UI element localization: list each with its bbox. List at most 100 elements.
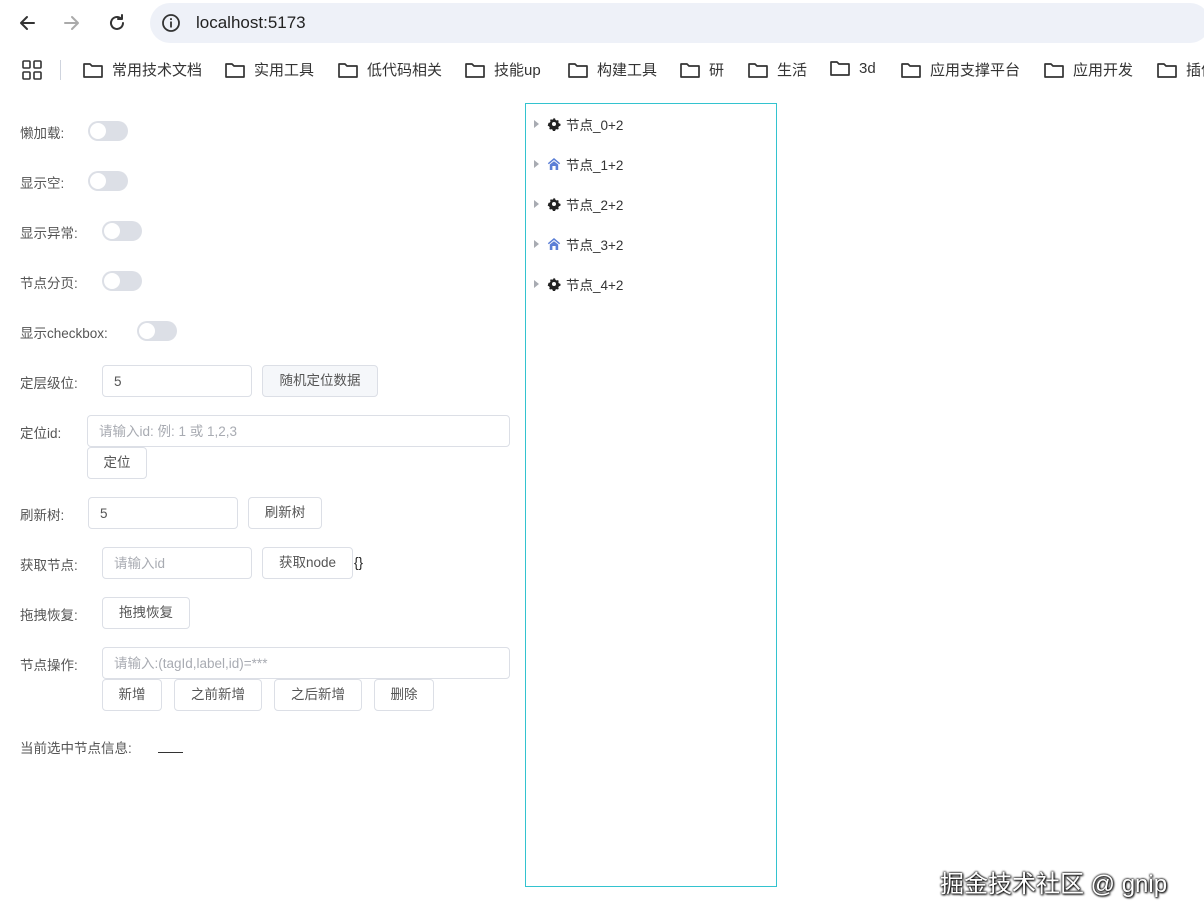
tree-panel: 节点_0+2 节点_1+2 节点_2+2 节点_3+2 节点_4+2 (525, 103, 777, 887)
get-node-input[interactable] (102, 547, 252, 579)
get-node-result: {} (354, 555, 364, 570)
reload-icon (110, 14, 124, 30)
bookmark-label: 3d (859, 59, 876, 77)
expand-caret-icon[interactable] (534, 280, 539, 288)
tree-node[interactable]: 节点_3+2 (534, 232, 623, 256)
refresh-tree-label: 刷新树: (20, 508, 65, 523)
folder-icon (568, 62, 588, 78)
drag-restore-label: 拖拽恢复: (20, 608, 78, 623)
bookmark-label: 研 (709, 62, 725, 79)
get-node-label: 获取节点: (20, 558, 78, 573)
folder-icon (680, 62, 700, 78)
show-empty-switch[interactable] (88, 171, 128, 191)
refresh-tree-input[interactable] (88, 497, 238, 529)
bookmark-label: 构建工具 (597, 62, 658, 79)
bookmark-folder[interactable]: 应用支撑平台 (900, 59, 1020, 80)
locate-level-input[interactable] (102, 365, 252, 397)
show-error-label: 显示异常: (20, 226, 78, 241)
expand-caret-icon[interactable] (534, 160, 539, 168)
show-checkbox-switch[interactable] (137, 321, 177, 341)
node-operation-label: 节点操作: (20, 658, 78, 673)
bookmark-label: 实用工具 (254, 62, 315, 79)
drag-restore-button[interactable]: 拖拽恢复 (102, 597, 190, 629)
tree-node[interactable]: 节点_1+2 (534, 152, 623, 176)
folder-icon (901, 62, 921, 78)
bookmark-folder[interactable]: 低代码相关 (337, 59, 442, 80)
folder-icon (1044, 62, 1064, 78)
folder-icon (1157, 62, 1177, 78)
bookmark-folder[interactable]: 构建工具 (567, 59, 657, 80)
address-bar[interactable]: localhost:5173 (150, 3, 1204, 43)
bookmark-folder[interactable]: 3d (829, 59, 876, 77)
folder-icon (338, 62, 358, 78)
locate-button[interactable]: 定位 (87, 447, 147, 479)
folder-icon (830, 61, 850, 76)
tree-node[interactable]: 节点_0+2 (534, 112, 623, 136)
bookmark-folder[interactable]: 应用开发 (1043, 59, 1133, 80)
bookmark-label: 低代码相关 (367, 62, 443, 79)
bookmark-label: 常用技术文档 (112, 62, 203, 79)
expand-caret-icon[interactable] (534, 200, 539, 208)
bookmark-label: 插件 (1186, 62, 1204, 79)
show-error-switch[interactable] (102, 221, 142, 241)
gear-icon (547, 277, 561, 291)
back-arrow-icon (20, 16, 35, 30)
bookmark-folder[interactable]: 常用技术文档 (82, 59, 202, 80)
selected-node-info-value (158, 752, 183, 753)
folder-icon (465, 62, 485, 78)
show-empty-label: 显示空: (20, 176, 65, 191)
random-locate-button[interactable]: 随机定位数据 (262, 365, 378, 397)
folder-icon (225, 62, 245, 78)
bookmark-folder[interactable]: 插件 (1156, 59, 1204, 80)
tree-node-label: 节点_0+2 (566, 118, 624, 133)
browser-toolbar: localhost:5173 (0, 0, 1204, 46)
reload-button[interactable] (102, 8, 132, 38)
folder-icon (83, 62, 103, 78)
lazy-load-switch[interactable] (88, 121, 128, 141)
gear-icon (547, 197, 561, 211)
refresh-tree-button[interactable]: 刷新树 (248, 497, 322, 529)
node-operation-input[interactable] (102, 647, 510, 679)
tree-node-label: 节点_4+2 (566, 278, 624, 293)
bookmark-label: 生活 (777, 62, 808, 79)
selected-node-info-label: 当前选中节点信息: (20, 741, 132, 756)
tree-node[interactable]: 节点_2+2 (534, 192, 623, 216)
lazy-load-label: 懒加载: (20, 126, 65, 141)
tree-node-label: 节点_2+2 (566, 198, 624, 213)
locate-id-input[interactable] (87, 415, 510, 447)
locate-id-label: 定位id: (20, 426, 62, 441)
node-paging-switch[interactable] (102, 271, 142, 291)
bookmark-folder[interactable]: 技能up (464, 59, 541, 80)
home-icon (547, 238, 561, 250)
forward-arrow-icon (64, 16, 79, 30)
url-text: localhost:5173 (196, 13, 306, 32)
bookmark-label: 应用开发 (1073, 62, 1134, 79)
back-button[interactable] (13, 8, 43, 38)
add-node-button[interactable]: 新增 (102, 679, 162, 711)
add-before-button[interactable]: 之前新增 (174, 679, 262, 711)
site-info-icon[interactable] (161, 13, 181, 33)
node-paging-label: 节点分页: (20, 276, 78, 291)
watermark: 掘金技术社区 @ gnip (940, 871, 1168, 898)
gear-icon (547, 117, 561, 131)
add-after-button[interactable]: 之后新增 (274, 679, 362, 711)
expand-caret-icon[interactable] (534, 240, 539, 248)
locate-level-label: 定层级位: (20, 376, 78, 391)
get-node-button[interactable]: 获取node (262, 547, 353, 579)
apps-grid-icon[interactable] (22, 60, 42, 80)
bookmark-label: 应用支撑平台 (930, 62, 1021, 79)
bookmark-label: 技能up (494, 62, 541, 79)
expand-caret-icon[interactable] (534, 120, 539, 128)
tree-node-label: 节点_1+2 (566, 158, 624, 173)
delete-node-button[interactable]: 删除 (374, 679, 434, 711)
bookmark-folder[interactable]: 研 (679, 59, 724, 80)
home-icon (547, 158, 561, 170)
bookmarks-separator (60, 60, 61, 80)
bookmark-folder[interactable]: 生活 (747, 59, 807, 80)
bookmark-folder[interactable]: 实用工具 (224, 59, 314, 80)
forward-button[interactable] (56, 8, 86, 38)
folder-icon (748, 62, 768, 78)
tree-node[interactable]: 节点_4+2 (534, 272, 623, 296)
bookmarks-bar: 常用技术文档 实用工具 低代码相关 技能up 构建工具 研 生活 3d 应用支撑平台 应用开发 插件 (0, 52, 1204, 88)
tree-node-label: 节点_3+2 (566, 238, 624, 253)
